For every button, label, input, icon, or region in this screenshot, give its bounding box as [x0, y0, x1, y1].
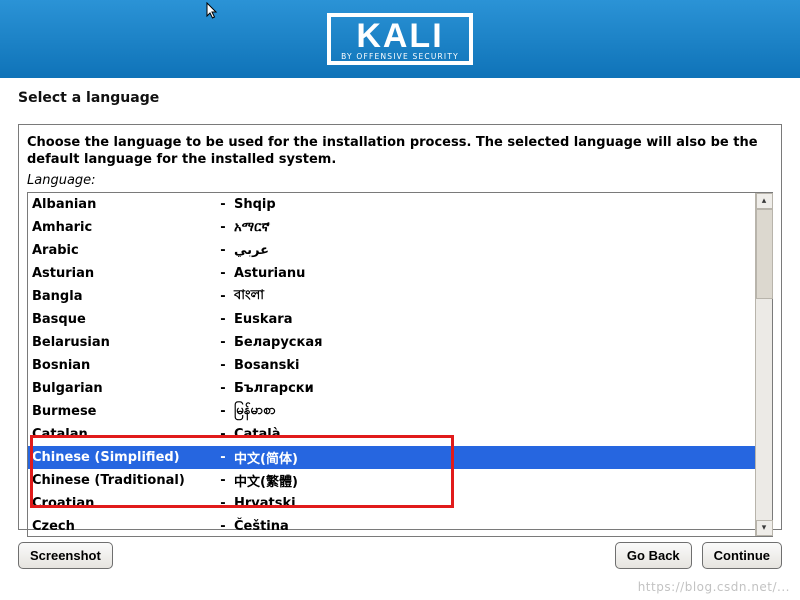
scroll-thumb[interactable] — [756, 209, 773, 299]
language-name: Belarusian — [32, 335, 212, 350]
language-name: Chinese (Simplified) — [32, 450, 212, 465]
language-native: Català — [234, 427, 755, 442]
language-name: Amharic — [32, 220, 212, 235]
separator: - — [212, 450, 234, 465]
language-row[interactable]: Albanian-Shqip — [28, 193, 755, 216]
instruction-text: Choose the language to be used for the i… — [27, 135, 773, 169]
language-name: Bangla — [32, 289, 212, 304]
language-name: Arabic — [32, 243, 212, 258]
language-name: Croatian — [32, 496, 212, 511]
language-row[interactable]: Asturian-Asturianu — [28, 262, 755, 285]
separator: - — [212, 519, 234, 534]
language-name: Czech — [32, 519, 212, 534]
language-native: አማርኛ — [234, 220, 755, 235]
language-name: Chinese (Traditional) — [32, 473, 212, 488]
language-name: Albanian — [32, 197, 212, 212]
language-native: Euskara — [234, 312, 755, 327]
language-row[interactable]: Arabic-عربي — [28, 239, 755, 262]
language-row[interactable]: Basque-Euskara — [28, 308, 755, 331]
language-row[interactable]: Czech-Čeština — [28, 515, 755, 536]
language-label: Language: — [27, 173, 773, 188]
separator: - — [212, 312, 234, 327]
language-native: Asturianu — [234, 266, 755, 281]
language-native: မြန်မာစာ — [234, 402, 755, 421]
language-name: Basque — [32, 312, 212, 327]
language-row[interactable]: Bosnian-Bosanski — [28, 354, 755, 377]
language-row[interactable]: Croatian-Hrvatski — [28, 492, 755, 515]
language-row[interactable]: Chinese (Traditional)-中文(繁體) — [28, 469, 755, 492]
language-native: عربي — [234, 243, 755, 258]
separator: - — [212, 404, 234, 419]
scroll-up-icon[interactable]: ▴ — [756, 193, 773, 209]
scroll-track[interactable] — [756, 209, 773, 520]
installer-header: KALI BY OFFENSIVE SECURITY — [0, 0, 800, 78]
separator: - — [212, 335, 234, 350]
scrollbar[interactable]: ▴ ▾ — [755, 193, 772, 536]
separator: - — [212, 381, 234, 396]
separator: - — [212, 197, 234, 212]
language-native: Hrvatski — [234, 496, 755, 511]
language-list[interactable]: Albanian-ShqipAmharic-አማርኛArabic-عربيAst… — [28, 193, 755, 536]
logo-text: KALI — [341, 19, 459, 55]
separator: - — [212, 496, 234, 511]
language-name: Asturian — [32, 266, 212, 281]
continue-button[interactable]: Continue — [702, 542, 782, 569]
language-native: 中文(繁體) — [234, 471, 755, 490]
language-name: Bulgarian — [32, 381, 212, 396]
separator: - — [212, 289, 234, 304]
language-row[interactable]: Chinese (Simplified)-中文(简体) — [28, 446, 755, 469]
separator: - — [212, 427, 234, 442]
language-native: Беларуская — [234, 335, 755, 350]
screenshot-button[interactable]: Screenshot — [18, 542, 113, 569]
separator: - — [212, 220, 234, 235]
watermark-text: https://blog.csdn.net/... — [638, 580, 790, 594]
language-row[interactable]: Burmese-မြန်မာစာ — [28, 400, 755, 423]
nav-button-group: Go Back Continue — [615, 542, 782, 569]
language-row[interactable]: Bulgarian-Български — [28, 377, 755, 400]
language-native: Čeština — [234, 519, 755, 534]
language-native: 中文(简体) — [234, 448, 755, 467]
language-row[interactable]: Amharic-አማርኛ — [28, 216, 755, 239]
language-name: Catalan — [32, 427, 212, 442]
language-panel: Choose the language to be used for the i… — [18, 124, 782, 530]
language-native: বাংলা — [234, 286, 755, 307]
separator: - — [212, 358, 234, 373]
scroll-down-icon[interactable]: ▾ — [756, 520, 773, 536]
separator: - — [212, 243, 234, 258]
language-list-container: Albanian-ShqipAmharic-አማርኛArabic-عربيAst… — [27, 192, 773, 537]
separator: - — [212, 473, 234, 488]
page-title: Select a language — [18, 90, 782, 106]
mouse-cursor-icon — [206, 2, 220, 24]
logo-subtitle: BY OFFENSIVE SECURITY — [341, 52, 459, 61]
language-native: Български — [234, 381, 755, 396]
page-body: Select a language Choose the language to… — [0, 78, 800, 530]
language-native: Shqip — [234, 197, 755, 212]
language-native: Bosanski — [234, 358, 755, 373]
language-name: Burmese — [32, 404, 212, 419]
go-back-button[interactable]: Go Back — [615, 542, 692, 569]
language-row[interactable]: Bangla-বাংলা — [28, 285, 755, 308]
separator: - — [212, 266, 234, 281]
language-row[interactable]: Catalan-Català — [28, 423, 755, 446]
language-name: Bosnian — [32, 358, 212, 373]
kali-logo: KALI BY OFFENSIVE SECURITY — [327, 13, 473, 66]
language-row[interactable]: Belarusian-Беларуская — [28, 331, 755, 354]
